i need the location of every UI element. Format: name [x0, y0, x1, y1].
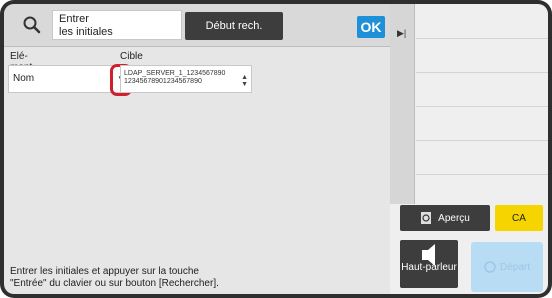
target-select[interactable]: LDAP_SERVER_1_1234567890 123456789012345…: [120, 65, 252, 93]
app-frame: Entrer les initiales Début rech. OK Elé-…: [0, 0, 552, 298]
instruction-text: Entrer les initiales et appuyer sur la t…: [10, 266, 219, 289]
search-toolbar: Entrer les initiales Début rech. OK: [4, 4, 390, 47]
side-panel: ▶| Aperçu CA Haut-parleur Départ: [390, 4, 548, 294]
clear-all-button[interactable]: CA: [495, 205, 543, 231]
ok-button[interactable]: OK: [357, 16, 385, 38]
start-button[interactable]: Départ: [471, 242, 543, 292]
spinner-arrows-icon[interactable]: ▲ ▼: [241, 74, 248, 88]
start-search-button[interactable]: Début rech.: [185, 12, 283, 40]
preview-label: Aperçu: [438, 212, 470, 224]
preview-button[interactable]: Aperçu: [400, 205, 490, 231]
play-pause-icon: ▶|: [397, 28, 407, 38]
target-value: LDAP_SERVER_1_1234567890 123456789012345…: [124, 70, 226, 85]
element-value: Nom: [13, 73, 35, 84]
start-label: Départ: [499, 261, 530, 273]
preview-icon: [421, 212, 432, 224]
start-icon: [484, 261, 496, 273]
initials-input[interactable]: Entrer les initiales: [52, 10, 182, 40]
search-icon[interactable]: [21, 14, 43, 36]
main-panel: Entrer les initiales Début rech. OK Elé-…: [4, 4, 390, 294]
speaker-label: Haut-parleur: [401, 262, 457, 273]
collapse-panel-button[interactable]: ▶|: [390, 4, 415, 204]
target-label: Cible: [120, 51, 143, 62]
